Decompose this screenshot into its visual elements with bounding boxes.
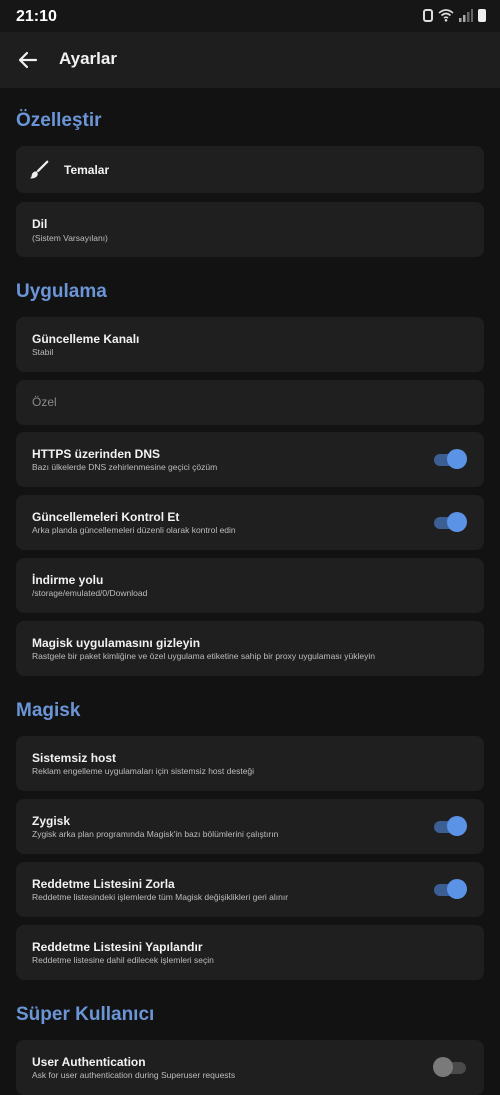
zygisk-toggle[interactable] bbox=[434, 816, 467, 836]
doh-toggle-thumb bbox=[447, 449, 467, 469]
systemless-host-description: Reklam engelleme uygulamaları için siste… bbox=[32, 766, 255, 776]
download-path-title: İndirme yolu bbox=[32, 573, 104, 587]
update-channel-title: Güncelleme Kanalı bbox=[32, 332, 140, 346]
check-updates-item[interactable]: Güncellemeleri Kontrol Et Arka planda gü… bbox=[16, 495, 484, 550]
custom-channel-item[interactable]: Özel bbox=[16, 380, 484, 425]
section-title-magisk: Magisk bbox=[16, 700, 81, 721]
app-bar: Ayarlar bbox=[0, 32, 500, 88]
doh-description: Bazı ülkelerde DNS zehirlenmesine geçici… bbox=[32, 462, 218, 472]
notification-icon bbox=[423, 8, 433, 22]
battery-icon bbox=[478, 8, 486, 22]
configure-denylist-description: Reddetme listesine dahil edilecek işleml… bbox=[32, 955, 214, 965]
themes-label: Temalar bbox=[64, 163, 110, 177]
check-updates-description: Arka planda güncellemeleri düzenli olara… bbox=[32, 525, 236, 535]
status-bar: 21:10 bbox=[0, 0, 500, 32]
systemless-host-item[interactable]: Sistemsiz host Reklam engelleme uygulama… bbox=[16, 736, 484, 791]
doh-item[interactable]: HTTPS üzerinden DNS Bazı ülkelerde DNS z… bbox=[16, 432, 484, 487]
language-value: (Sistem Varsayılanı) bbox=[32, 233, 108, 243]
enforce-denylist-toggle[interactable] bbox=[434, 879, 467, 899]
download-path-value: /storage/emulated/0/Download bbox=[32, 588, 148, 598]
zygisk-description: Zygisk arka plan programında Magisk'in b… bbox=[32, 829, 279, 839]
user-auth-title: User Authentication bbox=[32, 1055, 146, 1069]
user-auth-toggle[interactable] bbox=[433, 1057, 466, 1077]
check-updates-toggle-thumb bbox=[447, 512, 467, 532]
user-auth-item[interactable]: User Authentication Ask for user authent… bbox=[16, 1040, 484, 1095]
section-title-superuser: Süper Kullanıcı bbox=[16, 1004, 155, 1025]
enforce-denylist-toggle-thumb bbox=[447, 879, 467, 899]
hide-app-title: Magisk uygulamasını gizleyin bbox=[32, 636, 201, 650]
section-title-app: Uygulama bbox=[16, 281, 107, 302]
status-time: 21:10 bbox=[16, 8, 57, 25]
zygisk-toggle-thumb bbox=[447, 816, 467, 836]
update-channel-item[interactable]: Güncelleme Kanalı Stabil bbox=[16, 317, 484, 372]
status-icons bbox=[423, 8, 486, 22]
page-title: Ayarlar bbox=[59, 49, 117, 68]
doh-title: HTTPS üzerinden DNS bbox=[32, 447, 161, 461]
configure-denylist-title: Reddetme Listesini Yapılandır bbox=[32, 940, 203, 954]
signal-icon bbox=[459, 8, 473, 22]
check-updates-toggle[interactable] bbox=[434, 512, 467, 532]
enforce-denylist-title: Reddetme Listesini Zorla bbox=[32, 877, 175, 891]
zygisk-title: Zygisk bbox=[32, 814, 71, 828]
doh-toggle[interactable] bbox=[434, 449, 467, 469]
brush-icon bbox=[29, 160, 49, 179]
language-item[interactable]: Dil (Sistem Varsayılanı) bbox=[16, 202, 484, 257]
themes-item[interactable]: Temalar bbox=[16, 146, 484, 193]
custom-channel-title: Özel bbox=[32, 395, 57, 409]
zygisk-item[interactable]: Zygisk Zygisk arka plan programında Magi… bbox=[16, 799, 484, 854]
section-title-customize: Özelleştir bbox=[16, 110, 102, 131]
systemless-host-title: Sistemsiz host bbox=[32, 751, 117, 765]
hide-app-description: Rastgele bir paket kimliğine ve özel uyg… bbox=[32, 651, 376, 661]
language-title: Dil bbox=[32, 217, 48, 231]
download-path-item[interactable]: İndirme yolu /storage/emulated/0/Downloa… bbox=[16, 558, 484, 613]
wifi-icon bbox=[438, 9, 454, 22]
user-auth-toggle-thumb bbox=[433, 1057, 453, 1077]
hide-app-item[interactable]: Magisk uygulamasını gizleyin Rastgele bi… bbox=[16, 621, 484, 676]
enforce-denylist-item[interactable]: Reddetme Listesini Zorla Reddetme listes… bbox=[16, 862, 484, 917]
back-arrow-icon[interactable] bbox=[16, 48, 40, 72]
configure-denylist-item[interactable]: Reddetme Listesini Yapılandır Reddetme l… bbox=[16, 925, 484, 980]
check-updates-title: Güncellemeleri Kontrol Et bbox=[32, 510, 180, 524]
update-channel-value: Stabil bbox=[32, 347, 54, 357]
enforce-denylist-description: Reddetme listesindeki işlemlerde tüm Mag… bbox=[32, 892, 289, 902]
